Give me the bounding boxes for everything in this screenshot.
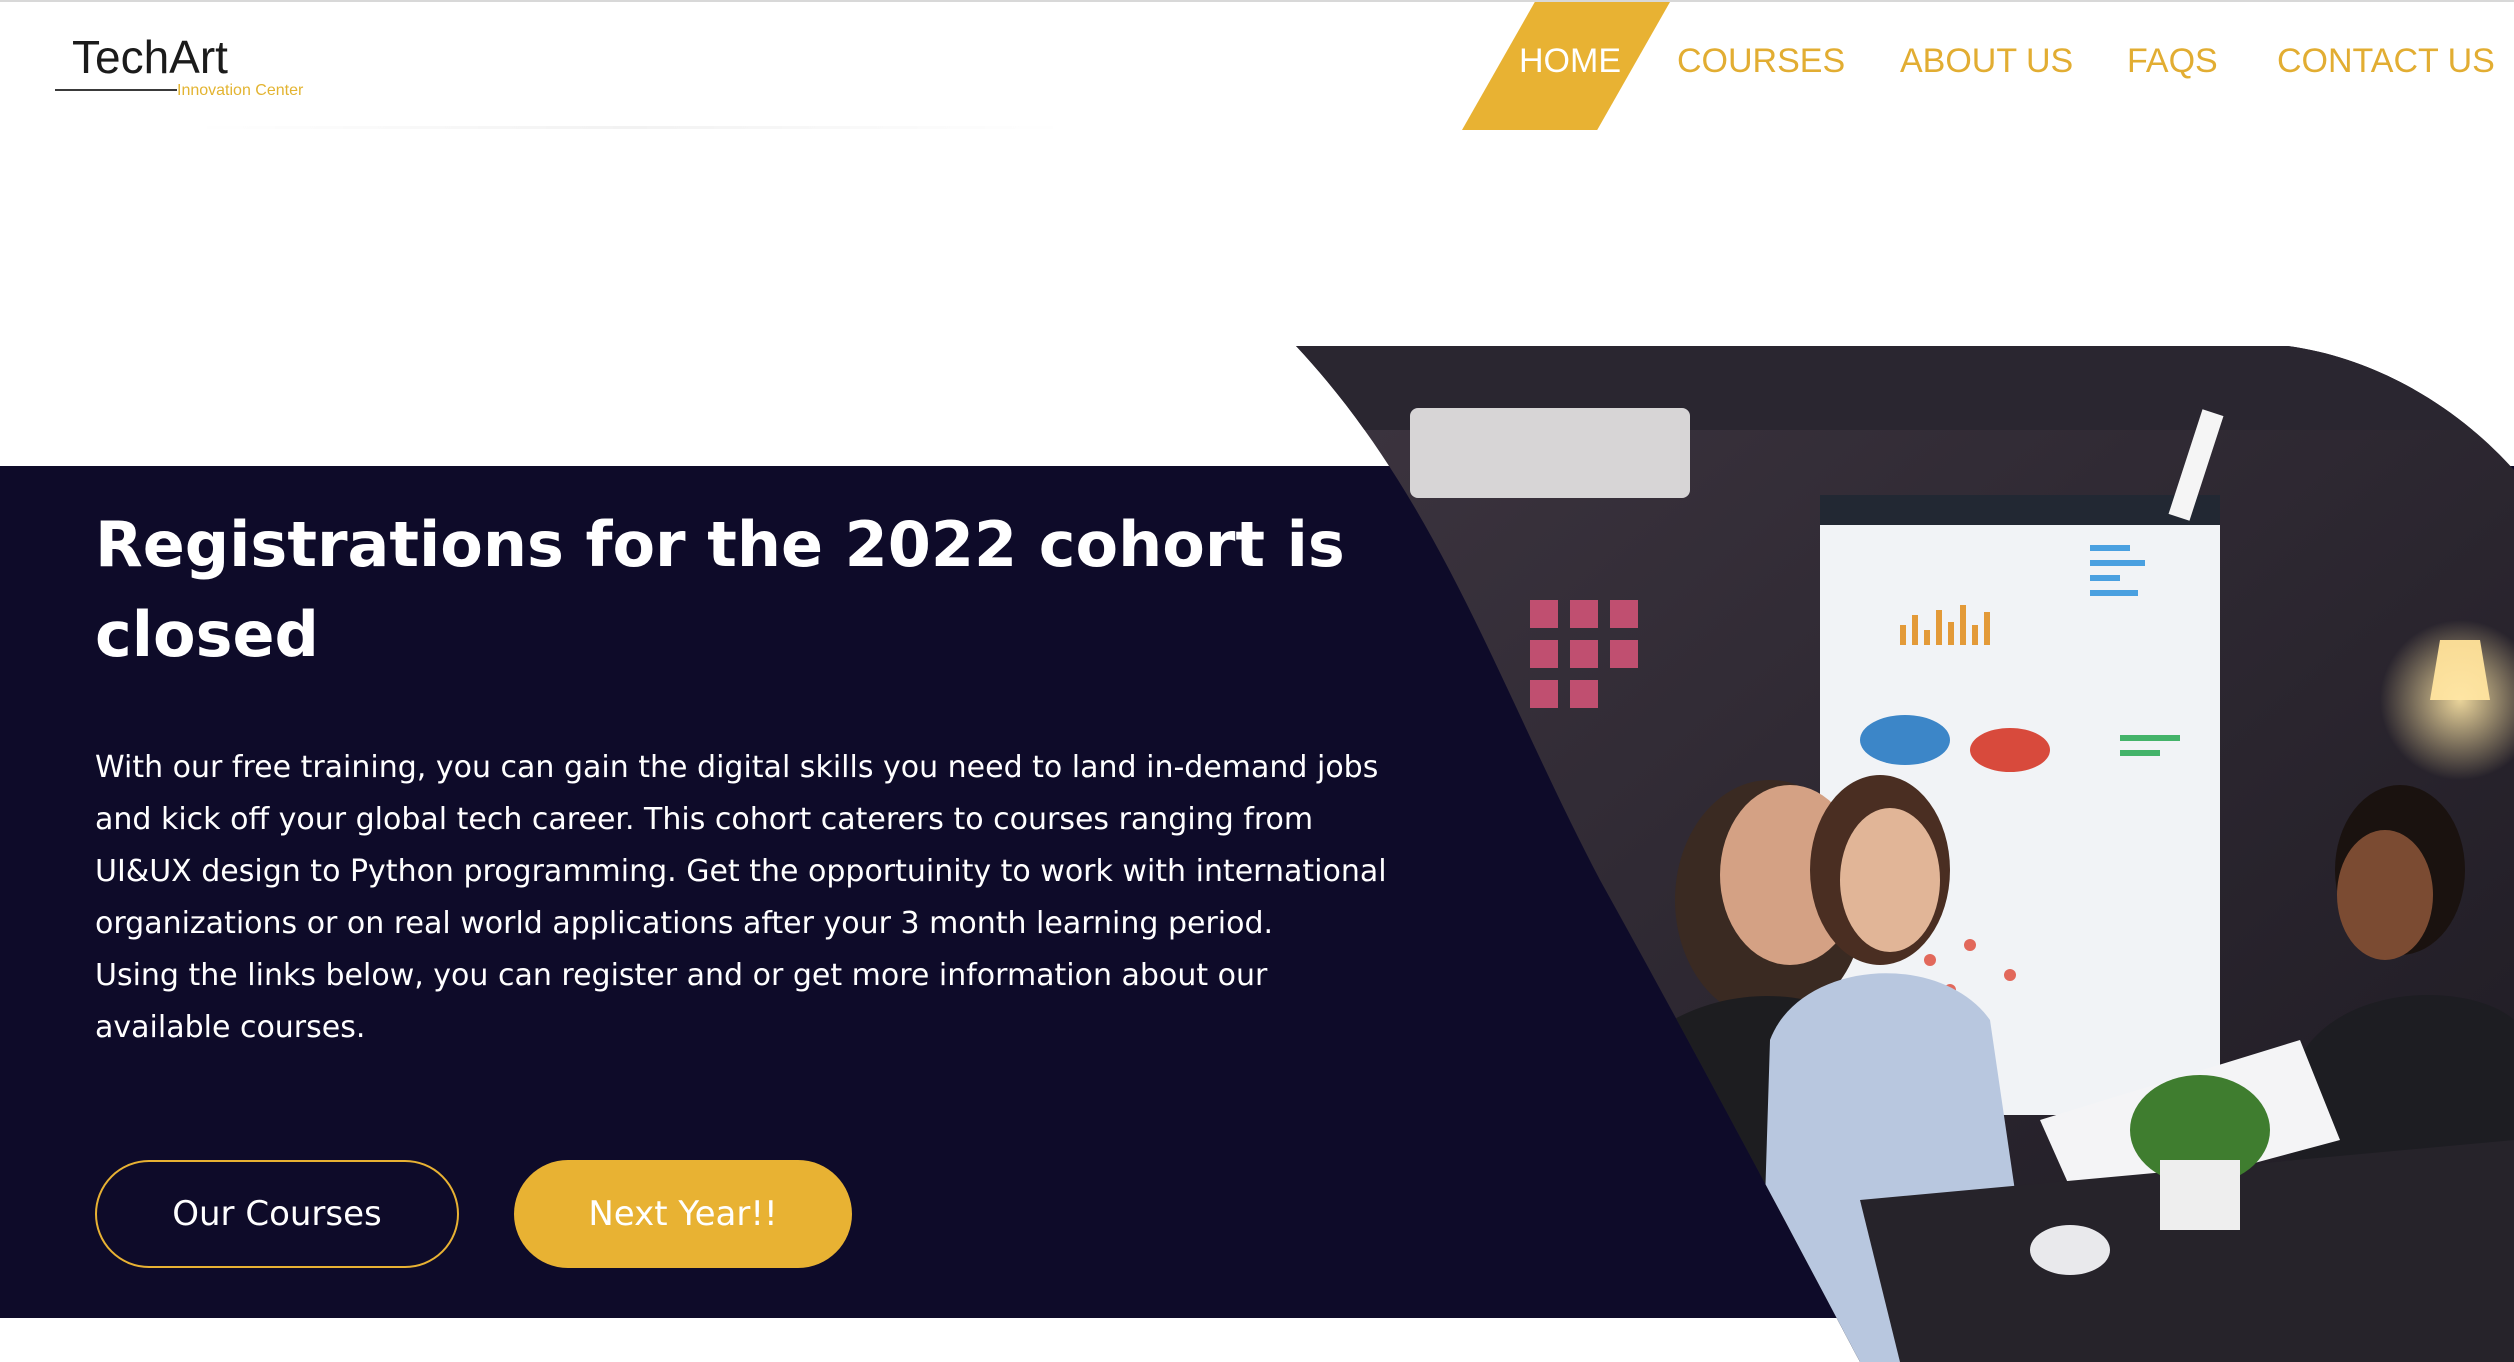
hero-photo <box>1296 346 2514 1362</box>
hero-description: With our free training, you can gain the… <box>95 742 1395 1054</box>
photo-scene <box>1296 346 2514 1362</box>
hero-title: Registrations for the 2022 cohort is clo… <box>95 508 1345 671</box>
hero-paragraph: Using the links below, you can register … <box>95 958 1268 1045</box>
hero-paragraph: With our free training, you can gain the… <box>95 750 1387 941</box>
our-courses-button[interactable]: Our Courses <box>95 1160 459 1268</box>
next-year-button[interactable]: Next Year!! <box>514 1160 852 1268</box>
